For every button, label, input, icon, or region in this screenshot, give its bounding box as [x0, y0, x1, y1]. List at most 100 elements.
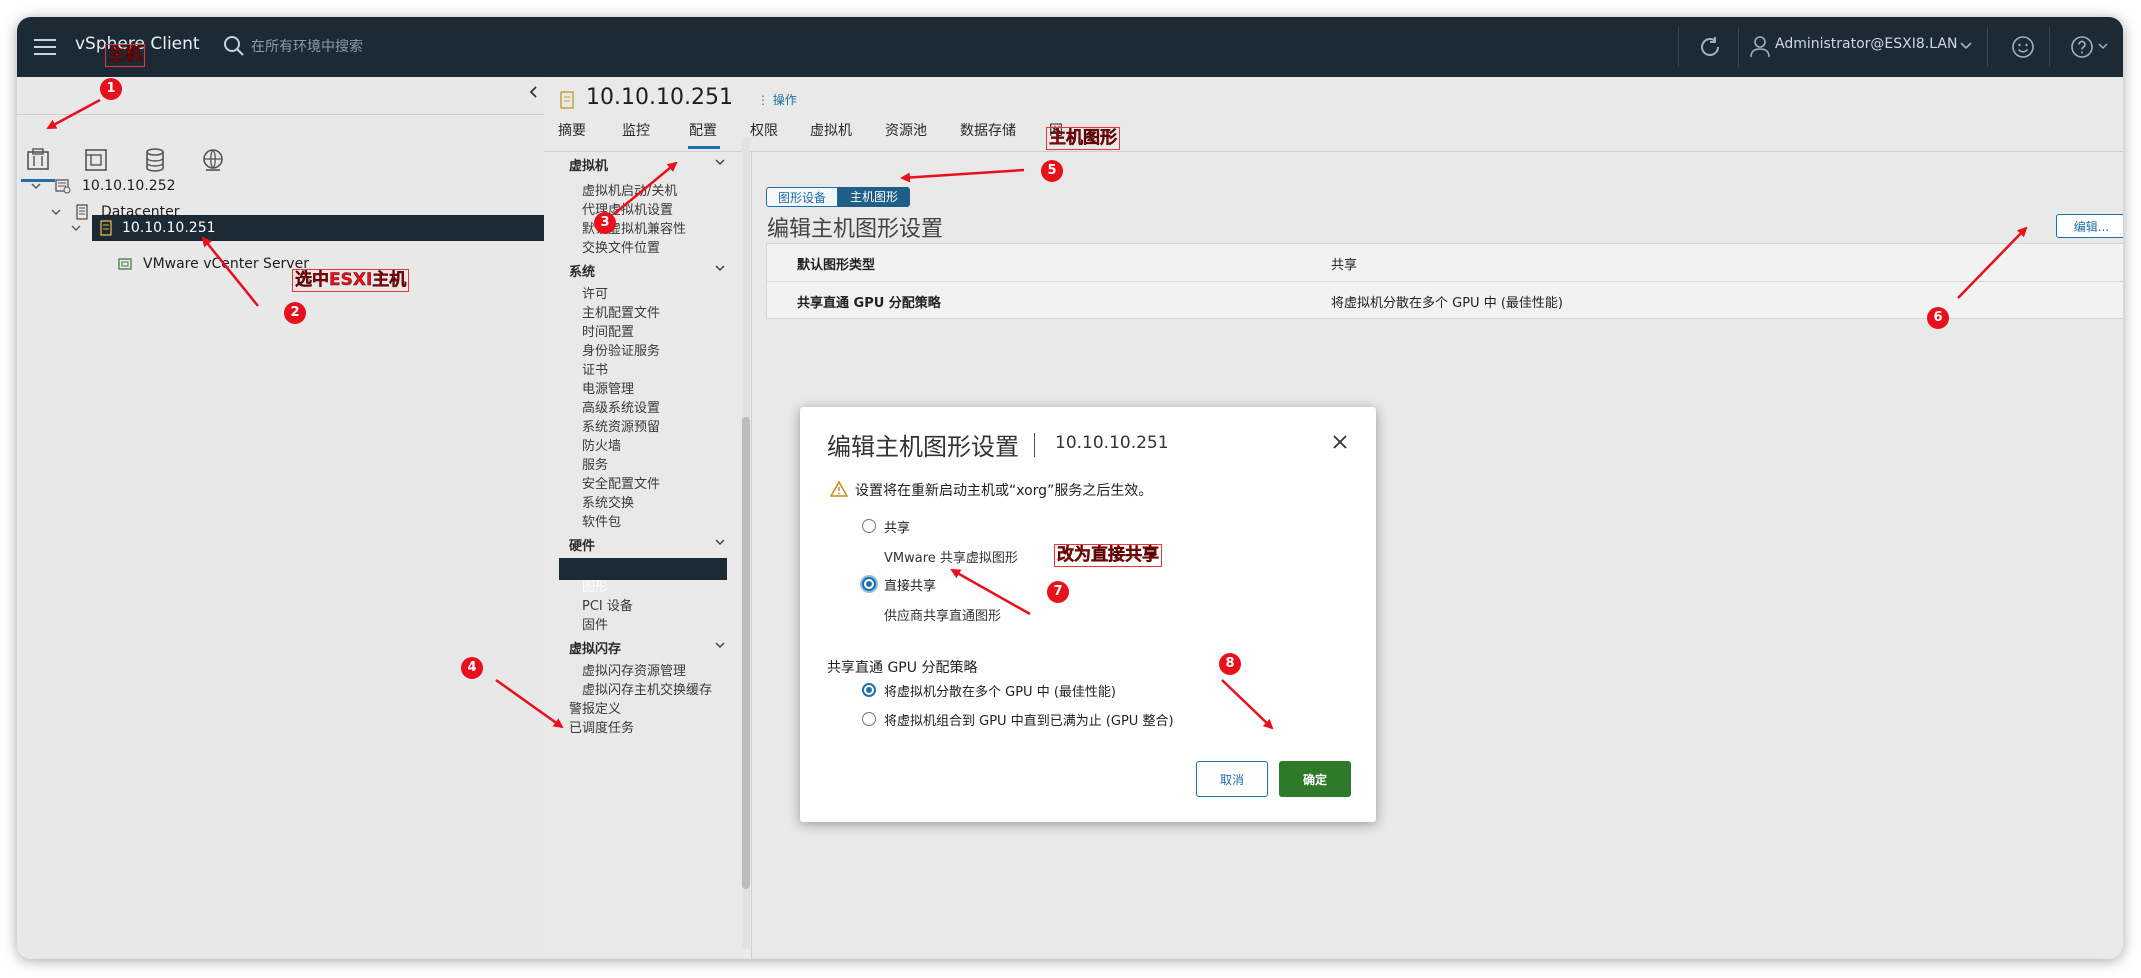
- warning-icon: [830, 480, 848, 497]
- subnav-item-graphics[interactable]: 图形: [582, 576, 608, 595]
- tree-item-vcenter[interactable]: 10.10.10.252: [17, 174, 544, 198]
- chevron-down-icon[interactable]: [714, 639, 726, 651]
- subnav-item[interactable]: 软件包: [582, 511, 621, 530]
- configure-subnav: 虚拟机 虚拟机启动/关机 代理虚拟机设置 默认虚拟机兼容性 交换文件位置 系统 …: [544, 152, 734, 959]
- radio-spread-policy[interactable]: [862, 683, 876, 697]
- radio-consolidate-policy[interactable]: [862, 712, 876, 726]
- storage-icon[interactable]: [142, 147, 168, 173]
- chevron-down-icon[interactable]: [71, 223, 81, 233]
- header-divider: [1738, 27, 1739, 67]
- subnav-section-hardware[interactable]: 硬件: [569, 535, 595, 554]
- tab-configure[interactable]: 配置: [689, 120, 717, 140]
- subnav-item[interactable]: PCI 设备: [582, 595, 633, 614]
- subnav-item[interactable]: 交换文件位置: [582, 237, 660, 256]
- vcenter-icon: [55, 179, 71, 194]
- tab-monitor[interactable]: 监控: [622, 120, 650, 140]
- tab-resource-pools[interactable]: 资源池: [885, 120, 927, 140]
- top-header: vSphere Client Administrator@ESXI8.LAN: [17, 17, 2123, 77]
- chevron-down-icon[interactable]: [714, 536, 726, 548]
- annotation-label: 选中ESXI主机: [292, 269, 410, 293]
- user-menu[interactable]: Administrator@ESXI8.LAN: [1775, 36, 1957, 52]
- option-label: 直接共享: [884, 579, 937, 594]
- subnav-item[interactable]: 时间配置: [582, 321, 634, 340]
- subnav-item[interactable]: 高级系统设置: [582, 397, 660, 416]
- host-icon: [100, 220, 112, 236]
- subnav-item[interactable]: 固件: [582, 614, 608, 633]
- help-icon[interactable]: [2069, 34, 2095, 60]
- annotation-number: 5: [1041, 160, 1063, 182]
- segment-graphics-devices[interactable]: 图形设备: [766, 187, 838, 207]
- annotation-number: 7: [1047, 581, 1069, 603]
- active-tab-indicator: [688, 146, 720, 149]
- subnav-item[interactable]: 安全配置文件: [582, 473, 660, 492]
- actions-menu[interactable]: ⋮ 操作: [757, 91, 797, 108]
- edit-button[interactable]: 编辑...: [2056, 214, 2123, 238]
- tab-vms[interactable]: 虚拟机: [810, 120, 852, 140]
- subnav-scrollbar-thumb[interactable]: [742, 417, 750, 889]
- subnav-section-vm[interactable]: 虚拟机: [569, 155, 608, 174]
- subnav-item[interactable]: 系统交换: [582, 492, 634, 511]
- subnav-section-vflash[interactable]: 虚拟闪存: [569, 638, 621, 657]
- annotation-label: 主机图形: [1046, 127, 1120, 151]
- chevron-down-icon[interactable]: [31, 181, 41, 191]
- search-input[interactable]: [249, 35, 553, 59]
- annotation-number: 2: [284, 302, 306, 324]
- feedback-smiley-icon[interactable]: [2010, 34, 2036, 60]
- hosts-clusters-icon[interactable]: [25, 147, 51, 173]
- networking-icon[interactable]: [200, 147, 226, 173]
- dialog-host: 10.10.10.251: [1055, 433, 1169, 453]
- hamburger-menu-icon[interactable]: [34, 36, 56, 58]
- tab-permissions[interactable]: 权限: [750, 120, 778, 140]
- row-label: 默认图形类型: [797, 258, 876, 273]
- option-label: 将虚拟机组合到 GPU 中直到已满为止 (GPU 整合): [884, 714, 1174, 729]
- subnav-section-system[interactable]: 系统: [569, 261, 595, 280]
- collapse-panel-icon[interactable]: [527, 85, 541, 99]
- dialog-title: 编辑主机图形设置: [827, 433, 1019, 461]
- ok-button[interactable]: 确定: [1279, 761, 1351, 797]
- annotation-number: 3: [594, 212, 616, 234]
- option-description: 供应商共享直通图形: [884, 609, 1002, 624]
- subnav-item[interactable]: 虚拟闪存主机交换缓存: [582, 679, 712, 698]
- subnav-item[interactable]: 防火墙: [582, 435, 621, 454]
- segment-host-graphics[interactable]: 主机图形: [838, 187, 910, 207]
- subnav-item[interactable]: 许可: [582, 283, 608, 302]
- chevron-down-icon[interactable]: [714, 262, 726, 274]
- chevron-down-icon[interactable]: [2097, 40, 2109, 52]
- chevron-down-icon[interactable]: [714, 156, 726, 168]
- table-row: 共享直通 GPU 分配策略 将虚拟机分散在多个 GPU 中 (最佳性能): [767, 281, 2123, 319]
- refresh-icon[interactable]: [1697, 34, 1723, 60]
- annotation-number: 6: [1927, 307, 1949, 329]
- subnav-item[interactable]: 服务: [582, 454, 608, 473]
- title-separator: [1034, 433, 1035, 457]
- tree-item-vm[interactable]: VMware vCenter Server: [17, 252, 544, 276]
- annotation-number: 4: [461, 657, 483, 679]
- vms-templates-icon[interactable]: [83, 147, 109, 173]
- row-value: 将虚拟机分散在多个 GPU 中 (最佳性能): [1331, 296, 1563, 311]
- subnav-item[interactable]: 虚拟机启动/关机: [582, 180, 677, 199]
- tree-item-host-selected[interactable]: 10.10.10.251: [17, 216, 544, 240]
- subnav-item[interactable]: 证书: [582, 359, 608, 378]
- tab-summary[interactable]: 摘要: [558, 120, 586, 140]
- tab-datastores[interactable]: 数据存储: [960, 120, 1016, 140]
- user-icon: [1750, 36, 1770, 58]
- divider: [17, 114, 544, 115]
- close-icon[interactable]: [1330, 432, 1350, 452]
- subnav-item[interactable]: 身份验证服务: [582, 340, 660, 359]
- radio-shared-direct[interactable]: [862, 577, 876, 591]
- radio-shared[interactable]: [862, 519, 876, 533]
- subnav-item[interactable]: 电源管理: [582, 378, 634, 397]
- tree-item-label: 10.10.10.251: [122, 220, 216, 236]
- subnav-item[interactable]: 警报定义: [569, 698, 621, 717]
- divider: [544, 151, 2123, 152]
- kebab-icon: ⋮: [757, 93, 769, 107]
- subnav-item[interactable]: 系统资源预留: [582, 416, 660, 435]
- cancel-button[interactable]: 取消: [1196, 761, 1268, 797]
- subnav-item[interactable]: 虚拟闪存资源管理: [582, 660, 686, 679]
- subnav-item[interactable]: 主机配置文件: [582, 302, 660, 321]
- subnav-item[interactable]: 已调度任务: [569, 717, 634, 736]
- section-heading: 编辑主机图形设置: [767, 217, 944, 242]
- header-divider: [2049, 27, 2050, 67]
- chevron-down-icon[interactable]: [1959, 39, 1973, 53]
- option-description: VMware 共享虚拟图形: [884, 551, 1018, 566]
- annotation-number: 8: [1219, 653, 1241, 675]
